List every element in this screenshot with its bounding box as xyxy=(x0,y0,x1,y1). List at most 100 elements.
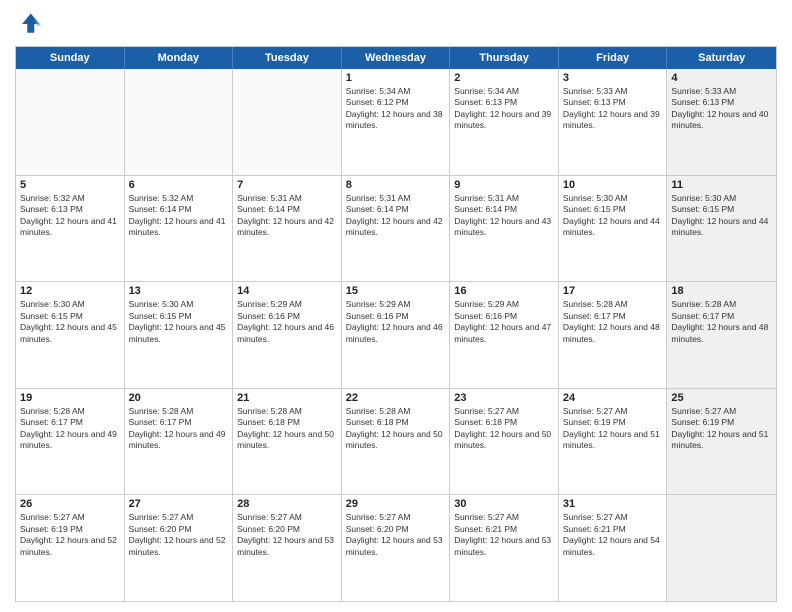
day-number: 19 xyxy=(20,392,120,404)
cell-info: Sunrise: 5:27 AM Sunset: 6:20 PM Dayligh… xyxy=(346,512,446,558)
day-number: 11 xyxy=(671,179,772,191)
calendar-cell: 19 Sunrise: 5:28 AM Sunset: 6:17 PM Dayli… xyxy=(16,389,125,495)
cell-info: Sunrise: 5:27 AM Sunset: 6:19 PM Dayligh… xyxy=(671,406,772,452)
day-number: 16 xyxy=(454,285,554,297)
weekday-header: Sunday xyxy=(16,47,125,69)
day-number: 3 xyxy=(563,72,663,84)
cell-info: Sunrise: 5:33 AM Sunset: 6:13 PM Dayligh… xyxy=(563,86,663,132)
weekday-header: Monday xyxy=(125,47,234,69)
cell-info: Sunrise: 5:30 AM Sunset: 6:15 PM Dayligh… xyxy=(563,193,663,239)
calendar-cell: 22 Sunrise: 5:28 AM Sunset: 6:18 PM Dayli… xyxy=(342,389,451,495)
cell-info: Sunrise: 5:29 AM Sunset: 6:16 PM Dayligh… xyxy=(454,299,554,345)
calendar-cell: 4 Sunrise: 5:33 AM Sunset: 6:13 PM Daylig… xyxy=(667,69,776,175)
day-number: 29 xyxy=(346,498,446,510)
calendar-cell xyxy=(233,69,342,175)
cell-info: Sunrise: 5:27 AM Sunset: 6:20 PM Dayligh… xyxy=(237,512,337,558)
calendar-row: 19 Sunrise: 5:28 AM Sunset: 6:17 PM Dayli… xyxy=(16,388,776,495)
cell-info: Sunrise: 5:30 AM Sunset: 6:15 PM Dayligh… xyxy=(671,193,772,239)
cell-info: Sunrise: 5:34 AM Sunset: 6:12 PM Dayligh… xyxy=(346,86,446,132)
weekday-header: Tuesday xyxy=(233,47,342,69)
calendar-cell: 12 Sunrise: 5:30 AM Sunset: 6:15 PM Dayli… xyxy=(16,282,125,388)
calendar-header: SundayMondayTuesdayWednesdayThursdayFrid… xyxy=(16,47,776,69)
calendar-cell: 9 Sunrise: 5:31 AM Sunset: 6:14 PM Daylig… xyxy=(450,176,559,282)
day-number: 20 xyxy=(129,392,229,404)
calendar-cell: 7Sunrise: 5:31 AM Sunset: 6:14 PM Daylig… xyxy=(233,176,342,282)
logo xyxy=(15,10,47,38)
calendar-cell xyxy=(125,69,234,175)
calendar-cell: 10 Sunrise: 5:30 AM Sunset: 6:15 PM Dayli… xyxy=(559,176,668,282)
cell-info: Sunrise: 5:32 AM Sunset: 6:14 PM Dayligh… xyxy=(129,193,229,239)
calendar-row: 26 Sunrise: 5:27 AM Sunset: 6:19 PM Dayli… xyxy=(16,494,776,601)
day-number: 31 xyxy=(563,498,663,510)
day-number: 6 xyxy=(129,179,229,191)
weekday-header: Friday xyxy=(559,47,668,69)
calendar-cell xyxy=(667,495,776,601)
weekday-header: Thursday xyxy=(450,47,559,69)
calendar-cell: 16 Sunrise: 5:29 AM Sunset: 6:16 PM Dayli… xyxy=(450,282,559,388)
day-number: 18 xyxy=(671,285,772,297)
cell-info: Sunrise: 5:29 AM Sunset: 6:16 PM Dayligh… xyxy=(237,299,337,345)
day-number: 2 xyxy=(454,72,554,84)
calendar-cell: 29 Sunrise: 5:27 AM Sunset: 6:20 PM Dayli… xyxy=(342,495,451,601)
calendar-cell xyxy=(16,69,125,175)
calendar-row: 12 Sunrise: 5:30 AM Sunset: 6:15 PM Dayli… xyxy=(16,281,776,388)
day-number: 14 xyxy=(237,285,337,297)
calendar-cell: 1 Sunrise: 5:34 AM Sunset: 6:12 PM Daylig… xyxy=(342,69,451,175)
cell-info: Sunrise: 5:33 AM Sunset: 6:13 PM Dayligh… xyxy=(671,86,772,132)
header xyxy=(15,10,777,38)
day-number: 26 xyxy=(20,498,120,510)
cell-info: Sunrise: 5:27 AM Sunset: 6:20 PM Dayligh… xyxy=(129,512,229,558)
day-number: 15 xyxy=(346,285,446,297)
day-number: 22 xyxy=(346,392,446,404)
calendar-cell: 23 Sunrise: 5:27 AM Sunset: 6:18 PM Dayli… xyxy=(450,389,559,495)
page: SundayMondayTuesdayWednesdayThursdayFrid… xyxy=(0,0,792,612)
cell-info: Sunrise: 5:28 AM Sunset: 6:17 PM Dayligh… xyxy=(129,406,229,452)
weekday-header: Saturday xyxy=(667,47,776,69)
cell-info: Sunrise: 5:28 AM Sunset: 6:17 PM Dayligh… xyxy=(563,299,663,345)
calendar-cell: 5 Sunrise: 5:32 AM Sunset: 6:13 PM Daylig… xyxy=(16,176,125,282)
calendar-cell: 21 Sunrise: 5:28 AM Sunset: 6:18 PM Dayli… xyxy=(233,389,342,495)
day-number: 21 xyxy=(237,392,337,404)
day-number: 27 xyxy=(129,498,229,510)
cell-info: Sunrise: 5:34 AM Sunset: 6:13 PM Dayligh… xyxy=(454,86,554,132)
cell-info: Sunrise: 5:30 AM Sunset: 6:15 PM Dayligh… xyxy=(20,299,120,345)
cell-info: Sunrise: 5:28 AM Sunset: 6:18 PM Dayligh… xyxy=(346,406,446,452)
day-number: 30 xyxy=(454,498,554,510)
day-number: 5 xyxy=(20,179,120,191)
calendar-cell: 17 Sunrise: 5:28 AM Sunset: 6:17 PM Dayli… xyxy=(559,282,668,388)
day-number: 12 xyxy=(20,285,120,297)
logo-icon xyxy=(15,10,43,38)
day-number: 13 xyxy=(129,285,229,297)
day-number: 23 xyxy=(454,392,554,404)
weekday-header: Wednesday xyxy=(342,47,451,69)
calendar-row: 1 Sunrise: 5:34 AM Sunset: 6:12 PM Daylig… xyxy=(16,69,776,175)
day-number: 9 xyxy=(454,179,554,191)
cell-info: Sunrise: 5:28 AM Sunset: 6:17 PM Dayligh… xyxy=(20,406,120,452)
calendar-cell: 20 Sunrise: 5:28 AM Sunset: 6:17 PM Dayli… xyxy=(125,389,234,495)
calendar-cell: 6 Sunrise: 5:32 AM Sunset: 6:14 PM Daylig… xyxy=(125,176,234,282)
calendar-cell: 18Sunrise: 5:28 AM Sunset: 6:17 PM Dayli… xyxy=(667,282,776,388)
cell-info: Sunrise: 5:27 AM Sunset: 6:19 PM Dayligh… xyxy=(20,512,120,558)
day-number: 8 xyxy=(346,179,446,191)
calendar: SundayMondayTuesdayWednesdayThursdayFrid… xyxy=(15,46,777,602)
calendar-cell: 28 Sunrise: 5:27 AM Sunset: 6:20 PM Dayli… xyxy=(233,495,342,601)
day-number: 24 xyxy=(563,392,663,404)
calendar-cell: 24Sunrise: 5:27 AM Sunset: 6:19 PM Dayli… xyxy=(559,389,668,495)
cell-info: Sunrise: 5:27 AM Sunset: 6:21 PM Dayligh… xyxy=(563,512,663,558)
day-number: 17 xyxy=(563,285,663,297)
day-number: 25 xyxy=(671,392,772,404)
cell-info: Sunrise: 5:27 AM Sunset: 6:21 PM Dayligh… xyxy=(454,512,554,558)
cell-info: Sunrise: 5:27 AM Sunset: 6:18 PM Dayligh… xyxy=(454,406,554,452)
calendar-cell: 15 Sunrise: 5:29 AM Sunset: 6:16 PM Dayli… xyxy=(342,282,451,388)
cell-info: Sunrise: 5:32 AM Sunset: 6:13 PM Dayligh… xyxy=(20,193,120,239)
calendar-cell: 8 Sunrise: 5:31 AM Sunset: 6:14 PM Daylig… xyxy=(342,176,451,282)
day-number: 28 xyxy=(237,498,337,510)
day-number: 1 xyxy=(346,72,446,84)
calendar-row: 5 Sunrise: 5:32 AM Sunset: 6:13 PM Daylig… xyxy=(16,175,776,282)
cell-info: Sunrise: 5:28 AM Sunset: 6:18 PM Dayligh… xyxy=(237,406,337,452)
day-number: 4 xyxy=(671,72,772,84)
cell-info: Sunrise: 5:31 AM Sunset: 6:14 PM Dayligh… xyxy=(346,193,446,239)
cell-info: Sunrise: 5:31 AM Sunset: 6:14 PM Dayligh… xyxy=(454,193,554,239)
day-number: 10 xyxy=(563,179,663,191)
cell-info: Sunrise: 5:29 AM Sunset: 6:16 PM Dayligh… xyxy=(346,299,446,345)
